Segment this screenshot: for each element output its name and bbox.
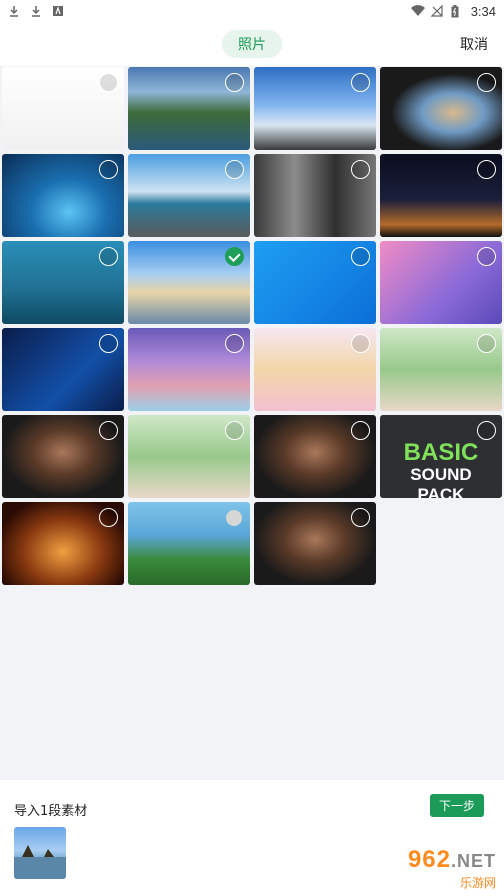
site-watermark: 962.NET 乐游网 <box>358 846 496 890</box>
select-checkbox[interactable] <box>351 334 370 353</box>
app-icon <box>52 5 64 17</box>
download-icon <box>8 5 20 17</box>
watermark-site-name: 乐游网 <box>459 876 496 890</box>
photo-thumbnail-sky-bridge[interactable] <box>128 154 250 237</box>
no-signal-icon <box>430 4 443 17</box>
photo-thumbnail-microphone[interactable] <box>2 502 124 585</box>
select-checkbox[interactable] <box>99 73 118 92</box>
select-checkbox[interactable] <box>99 508 118 527</box>
select-checkbox[interactable] <box>351 508 370 527</box>
photo-thumbnail-sea-of-clouds[interactable] <box>254 67 376 150</box>
photo-thumbnail-windows11-purple[interactable] <box>380 241 502 324</box>
select-checkbox[interactable] <box>351 73 370 92</box>
select-checkbox[interactable] <box>99 334 118 353</box>
photo-thumbnail-anime-dragon-boat[interactable] <box>128 328 250 411</box>
select-checkbox[interactable] <box>351 247 370 266</box>
download-icon <box>30 5 42 17</box>
thumbnail-caption: PACK <box>417 485 465 498</box>
photo-thumbnail-profile-screenshot[interactable] <box>2 67 124 150</box>
next-step-button[interactable]: 下一步 <box>429 794 484 817</box>
status-badge <box>226 510 242 526</box>
select-checkbox[interactable] <box>225 421 244 440</box>
battery-icon <box>451 5 463 18</box>
photo-thumbnail-woman-crown-green-2[interactable] <box>128 415 250 498</box>
cancel-button[interactable]: 取消 <box>460 34 488 54</box>
photo-thumbnail-woman-portrait-3[interactable] <box>254 502 376 585</box>
photo-thumbnail-basic-sound-pack[interactable]: BASIC SOUND PACK <box>380 415 502 498</box>
import-panel: 导入1段素材 下一步 962.NET 乐游网 <box>0 780 504 896</box>
select-checkbox[interactable] <box>351 421 370 440</box>
select-checkbox[interactable] <box>477 73 496 92</box>
select-checkbox[interactable] <box>99 160 118 179</box>
photo-thumbnail-windows10-blue[interactable] <box>254 241 376 324</box>
photo-grid: BASIC SOUND PACK <box>2 67 502 585</box>
top-bar: 照片 取消 <box>0 22 504 66</box>
photo-thumbnail-anime-girl-yellow[interactable] <box>254 328 376 411</box>
photo-thumbnail-mountain-lake[interactable] <box>128 67 250 150</box>
watermark-number: 962 <box>407 846 451 873</box>
photo-thumbnail-waterfall-cliff[interactable] <box>254 154 376 237</box>
photo-thumbnail-ice-cave[interactable] <box>2 154 124 237</box>
photo-thumbnail-milky-way[interactable] <box>380 154 502 237</box>
select-checkbox[interactable] <box>477 421 496 440</box>
select-checkbox[interactable] <box>225 73 244 92</box>
clock: 3:34 <box>470 3 496 19</box>
wifi-icon <box>410 5 425 17</box>
photo-thumbnail-beach-cave[interactable] <box>380 67 502 150</box>
photo-thumbnail-underwater-diver[interactable] <box>2 241 124 324</box>
tab-photos[interactable]: 照片 <box>222 30 282 58</box>
status-bar: 3:34 <box>0 0 504 22</box>
select-checkbox[interactable] <box>225 160 244 179</box>
select-checkbox[interactable] <box>99 421 118 440</box>
photo-thumbnail-beach-rocks[interactable] <box>128 241 250 324</box>
select-checkbox[interactable] <box>351 160 370 179</box>
select-checkbox[interactable] <box>477 247 496 266</box>
photo-thumbnail-woman-crown-green[interactable] <box>380 328 502 411</box>
watermark-domain: .NET <box>450 851 496 871</box>
thumbnail-caption: BASIC <box>403 439 479 466</box>
photo-thumbnail-windows10-dark[interactable] <box>2 328 124 411</box>
selected-checkbox[interactable] <box>225 247 244 266</box>
thumbnail-caption: SOUND <box>410 465 472 484</box>
photo-thumbnail-woman-portrait-1[interactable] <box>2 415 124 498</box>
select-checkbox[interactable] <box>477 160 496 179</box>
photo-thumbnail-smurf[interactable] <box>128 502 250 585</box>
photo-thumbnail-woman-portrait-2[interactable] <box>254 415 376 498</box>
import-count-label: 导入1段素材 <box>14 804 88 819</box>
selected-media-thumbnail[interactable] <box>14 827 66 879</box>
select-checkbox[interactable] <box>225 334 244 353</box>
select-checkbox[interactable] <box>477 334 496 353</box>
select-checkbox[interactable] <box>99 247 118 266</box>
